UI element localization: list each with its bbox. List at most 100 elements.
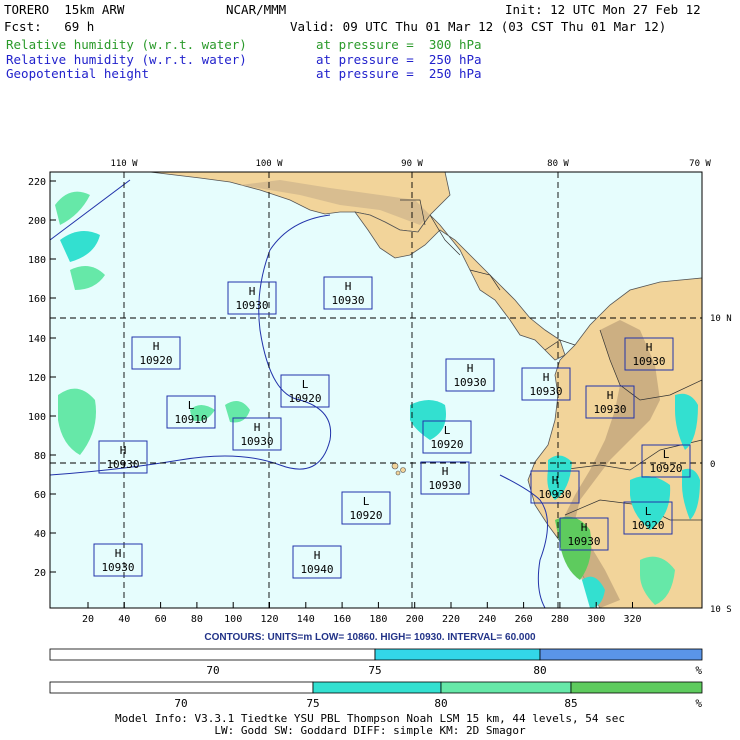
center-value: 10930 bbox=[529, 385, 562, 398]
field-1-level: at pressure = 300 hPa bbox=[316, 37, 482, 52]
x-tick-label: 220 bbox=[442, 614, 460, 625]
center-value: 10920 bbox=[430, 438, 463, 451]
center-value: 10930 bbox=[240, 435, 273, 448]
center-value: 10930 bbox=[106, 458, 139, 471]
center-type: L bbox=[363, 495, 370, 508]
center-value: 10930 bbox=[101, 561, 134, 574]
x-tick-label: 60 bbox=[155, 614, 167, 625]
x-tick-label: 120 bbox=[260, 614, 278, 625]
lon-label-90w: 90 W bbox=[401, 159, 423, 169]
scale-label: 80 bbox=[533, 664, 546, 677]
scale-swatch bbox=[570, 681, 703, 694]
center-type: H bbox=[607, 389, 614, 402]
center-value: 10930 bbox=[331, 294, 364, 307]
contours-info: CONTOURS: UNITS=m LOW= 10860. HIGH= 1093… bbox=[204, 632, 536, 643]
center-type: L bbox=[188, 399, 195, 412]
y-tick-label: 140 bbox=[28, 334, 46, 345]
x-tick-label: 320 bbox=[623, 614, 641, 625]
center-type: H bbox=[552, 474, 559, 487]
center-type: H bbox=[442, 465, 449, 478]
center-type: H bbox=[467, 362, 474, 375]
lon-label-100w: 100 W bbox=[255, 159, 283, 169]
center-type: H bbox=[115, 547, 122, 560]
x-tick-label: 200 bbox=[406, 614, 424, 625]
y-tick-label: 40 bbox=[34, 529, 46, 540]
scale-label: 85 bbox=[564, 697, 577, 710]
lat-label-10s: 10 S bbox=[710, 605, 732, 615]
x-tick-label: 300 bbox=[587, 614, 605, 625]
x-tick-label: 140 bbox=[297, 614, 315, 625]
center-type: H bbox=[543, 371, 550, 384]
center-type: H bbox=[120, 444, 127, 457]
scale-label: 75 bbox=[368, 664, 381, 677]
scale-label: 80 bbox=[434, 697, 447, 710]
model-title: TORERO 15km ARW bbox=[4, 2, 125, 17]
valid-time: Valid: 09 UTC Thu 01 Mar 12 (03 CST Thu … bbox=[290, 19, 667, 34]
lat-label-10n: 10 N bbox=[710, 314, 732, 324]
field-3-name: Geopotential height bbox=[6, 66, 149, 81]
center-type: H bbox=[646, 341, 653, 354]
scale-label: 70 bbox=[206, 664, 219, 677]
center-value: 10920 bbox=[349, 509, 382, 522]
scale-swatch bbox=[539, 648, 703, 661]
center-type: L bbox=[302, 378, 309, 391]
x-tick-label: 40 bbox=[118, 614, 130, 625]
x-tick-label: 160 bbox=[333, 614, 351, 625]
center-type: H bbox=[153, 340, 160, 353]
y-tick-label: 180 bbox=[28, 255, 46, 266]
scale-label: % bbox=[695, 664, 702, 677]
center-value: 10920 bbox=[139, 354, 172, 367]
center-type: L bbox=[663, 448, 670, 461]
y-tick-label: 100 bbox=[28, 412, 46, 423]
physics-info-line: LW: Godd SW: Goddard DIFF: simple KM: 2D… bbox=[214, 724, 526, 737]
y-tick-label: 60 bbox=[34, 490, 46, 501]
y-tick-label: 20 bbox=[34, 568, 46, 579]
scale-label: 70 bbox=[174, 697, 187, 710]
init-time: Init: 12 UTC Mon 27 Feb 12 bbox=[505, 2, 701, 17]
center-type: H bbox=[249, 285, 256, 298]
scale-swatch bbox=[49, 681, 314, 694]
scale-label: 75 bbox=[306, 697, 319, 710]
lon-label-110w: 110 W bbox=[110, 159, 138, 169]
field-1-name: Relative humidity (w.r.t. water) bbox=[6, 37, 247, 52]
lon-label-80w: 80 W bbox=[547, 159, 569, 169]
x-tick-label: 80 bbox=[191, 614, 203, 625]
scale-swatch bbox=[374, 648, 541, 661]
x-tick-label: 180 bbox=[369, 614, 387, 625]
weather-map: 110 W 100 W 90 W 80 W 70 W 10 N 0 10 S 2… bbox=[28, 159, 732, 625]
field-2-name: Relative humidity (w.r.t. water) bbox=[6, 52, 247, 67]
y-tick-label: 200 bbox=[28, 216, 46, 227]
x-tick-label: 280 bbox=[551, 614, 569, 625]
lat-label-0: 0 bbox=[710, 460, 715, 470]
y-tick-label: 80 bbox=[34, 451, 46, 462]
field-3-level: at pressure = 250 hPa bbox=[316, 66, 482, 81]
center-label: NCAR/MMM bbox=[226, 2, 287, 17]
center-value: 10930 bbox=[538, 488, 571, 501]
forecast-hour: Fcst: 69 h bbox=[4, 19, 95, 34]
x-tick-label: 100 bbox=[224, 614, 242, 625]
center-value: 10930 bbox=[567, 535, 600, 548]
scale-swatch bbox=[440, 681, 572, 694]
center-type: H bbox=[345, 280, 352, 293]
scale-label: % bbox=[695, 697, 702, 710]
field-2-level: at pressure = 250 hPa bbox=[316, 52, 482, 67]
y-tick-label: 160 bbox=[28, 294, 46, 305]
scale-swatch bbox=[49, 648, 376, 661]
center-type: L bbox=[645, 505, 652, 518]
center-value: 10930 bbox=[428, 479, 461, 492]
center-value: 10930 bbox=[235, 299, 268, 312]
x-tick-label: 240 bbox=[478, 614, 496, 625]
center-type: H bbox=[314, 549, 321, 562]
center-type: L bbox=[444, 424, 451, 437]
center-value: 10920 bbox=[649, 462, 682, 475]
x-tick-label: 260 bbox=[515, 614, 533, 625]
center-value: 10930 bbox=[593, 403, 626, 416]
center-value: 10930 bbox=[453, 376, 486, 389]
center-value: 10920 bbox=[288, 392, 321, 405]
center-value: 10930 bbox=[632, 355, 665, 368]
scale-swatch bbox=[312, 681, 442, 694]
y-tick-label: 220 bbox=[28, 177, 46, 188]
lon-label-70w: 70 W bbox=[689, 159, 711, 169]
x-tick-label: 20 bbox=[82, 614, 94, 625]
y-tick-label: 120 bbox=[28, 373, 46, 384]
